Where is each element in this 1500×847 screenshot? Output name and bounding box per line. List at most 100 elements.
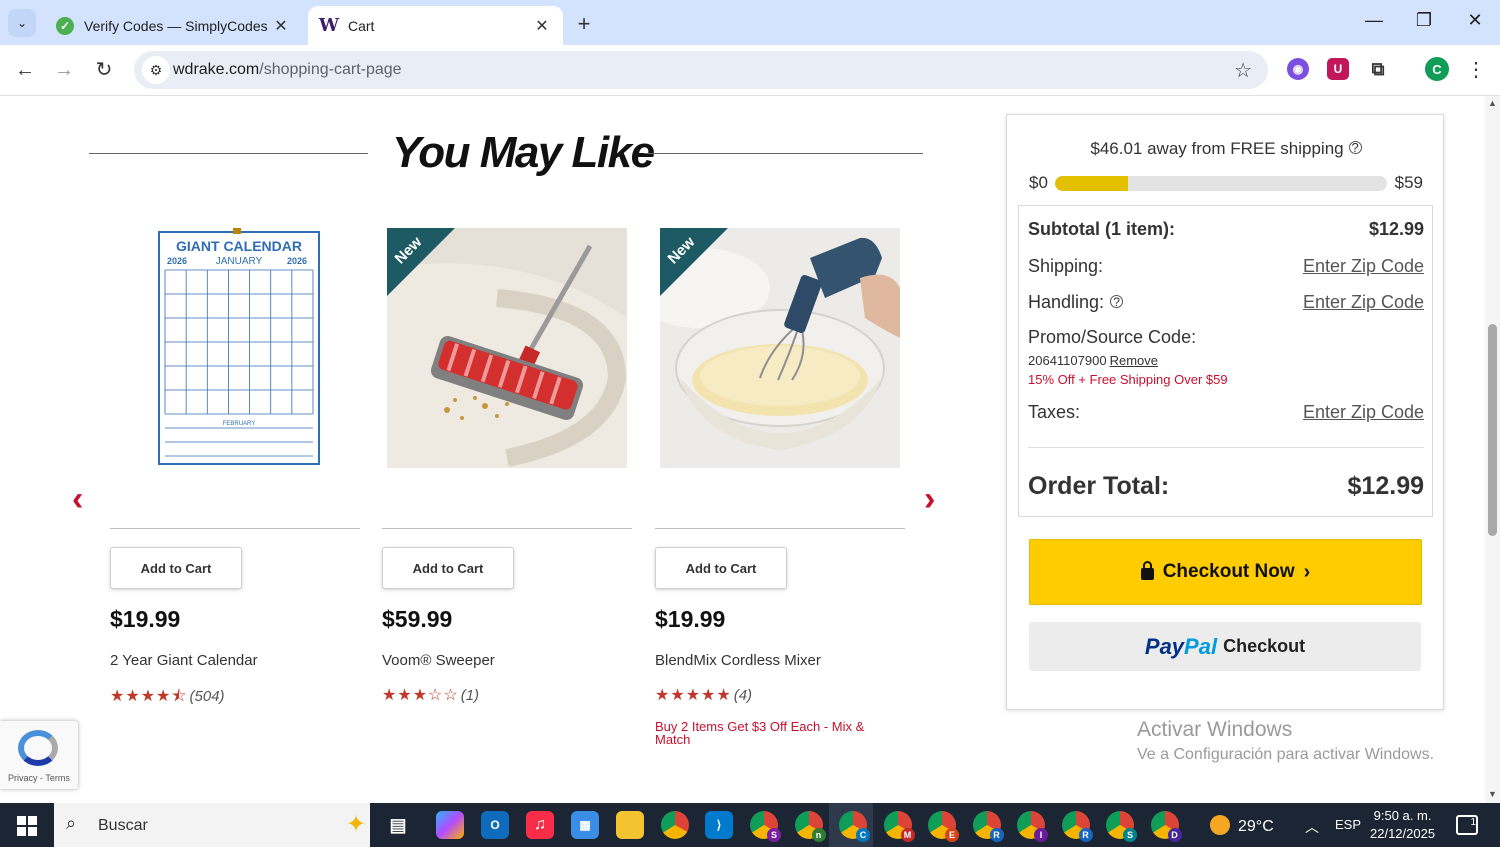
- url-text[interactable]: wdrake.com/shopping-cart-page: [173, 61, 402, 79]
- carousel-prev-arrow-icon[interactable]: ‹: [72, 480, 83, 519]
- watermark-line1: Activar Windows: [1137, 718, 1293, 741]
- checkout-now-button[interactable]: Checkout Now ›: [1029, 539, 1422, 605]
- product-rating[interactable]: ★★★★★ (4): [655, 685, 752, 705]
- paypal-checkout-label: Checkout: [1223, 636, 1306, 656]
- scroll-up-icon[interactable]: ▲: [1488, 98, 1497, 108]
- weather-widget[interactable]: 29°C: [1210, 815, 1274, 836]
- product-name[interactable]: Voom® Sweeper: [382, 652, 495, 669]
- close-icon[interactable]: ✕: [272, 16, 290, 36]
- product-rating[interactable]: ★★★☆☆ (1): [382, 685, 479, 705]
- windows-taskbar: ⌕ Buscar ✦ ▤ O ♫ ▦ ⟩ Sn C M E R I R S D 29°C ︿ E…: [0, 803, 1500, 847]
- product-name[interactable]: BlendMix Cordless Mixer: [655, 652, 821, 669]
- progress-track: [1055, 176, 1387, 191]
- temperature-text: 29°C: [1238, 818, 1274, 835]
- help-question-icon[interactable]: ?: [1110, 295, 1124, 308]
- chrome-profile-icon[interactable]: S: [1106, 811, 1137, 842]
- tab-search-dropdown[interactable]: ⌄: [8, 9, 36, 37]
- page-content: You May Like ‹ › GIANT CALENDAR 2026 JAN…: [0, 96, 1485, 803]
- shipping-label: Shipping:: [1028, 256, 1104, 276]
- notification-icon[interactable]: 1: [1456, 815, 1478, 835]
- extensions-puzzle-icon[interactable]: ⧉: [1367, 58, 1389, 80]
- windows-start-icon[interactable]: [17, 816, 37, 836]
- more-menu-icon[interactable]: ⋮: [1466, 57, 1486, 82]
- chrome-profile-icon[interactable]: M: [883, 811, 915, 842]
- tab-simplycodes[interactable]: ✓ Verify Codes — SimplyCodes ✕: [44, 6, 302, 45]
- chrome-profile-icon[interactable]: I: [1017, 811, 1048, 842]
- minimize-icon[interactable]: —: [1360, 10, 1388, 31]
- ublock-shield-icon[interactable]: U: [1327, 58, 1349, 80]
- tab-cart[interactable]: W Cart ✕: [308, 6, 563, 45]
- address-bar[interactable]: ⚙ wdrake.com/shopping-cart-page ☆: [134, 51, 1268, 89]
- product-rating[interactable]: ★★★★⯪ (504): [110, 685, 225, 712]
- promo-label: Promo/Source Code:: [1028, 327, 1197, 347]
- page-scrollbar[interactable]: ▲ ▼: [1485, 96, 1500, 803]
- language-indicator[interactable]: ESP: [1335, 817, 1361, 832]
- handling-label: Handling:: [1028, 292, 1105, 312]
- recaptcha-links[interactable]: Privacy - Terms: [8, 773, 70, 783]
- copilot-app-icon[interactable]: [436, 811, 464, 839]
- giant-calendar-image[interactable]: GIANT CALENDAR 2026 JANUARY 2026 FEBRUAR…: [115, 228, 355, 468]
- paypal-checkout-button[interactable]: Pay Pal Checkout: [1029, 622, 1421, 671]
- window-close-icon[interactable]: ✕: [1461, 10, 1489, 31]
- bookmark-star-icon[interactable]: ☆: [1234, 58, 1252, 83]
- task-view-icon[interactable]: ▤: [384, 811, 412, 839]
- chrome-profile-icon[interactable]: C: [839, 811, 870, 842]
- reload-icon[interactable]: ↻: [91, 57, 117, 83]
- shipping-row: Shipping: Enter Zip Code: [1028, 256, 1424, 277]
- vscode-icon[interactable]: ⟩: [705, 811, 733, 839]
- paypal-logo-pay: Pay: [1144, 633, 1185, 659]
- product-price: $19.99: [110, 606, 181, 632]
- avatar-initial: C: [1432, 61, 1442, 77]
- taskbar-search[interactable]: ⌕ Buscar ✦: [54, 803, 370, 847]
- system-clock[interactable]: 9:50 a. m. 22/12/2025: [1370, 807, 1435, 843]
- chrome-profile-icon[interactable]: R: [1061, 811, 1093, 842]
- help-question-icon[interactable]: ?: [1348, 141, 1362, 154]
- music-app-icon[interactable]: ♫: [526, 811, 554, 839]
- chrome-profile-icon[interactable]: S: [750, 811, 781, 842]
- recaptcha-icon: [18, 730, 58, 766]
- title-rule-right: [644, 153, 923, 154]
- file-explorer-icon[interactable]: [616, 811, 644, 839]
- close-icon[interactable]: ✕: [533, 16, 551, 36]
- you-may-like-header: You May Like: [0, 126, 1010, 186]
- extension-purple-icon[interactable]: ◉: [1287, 58, 1309, 80]
- recaptcha-badge[interactable]: Privacy - Terms: [0, 721, 78, 789]
- tray-chevron-up-icon[interactable]: ︿: [1305, 817, 1319, 837]
- forward-arrow-icon[interactable]: →: [51, 57, 77, 83]
- new-tab-plus-icon[interactable]: +: [572, 11, 596, 37]
- handling-enter-zip-link[interactable]: Enter Zip Code: [1303, 292, 1424, 313]
- restore-icon[interactable]: ❐: [1410, 10, 1438, 31]
- free-shipping-message: $46.01 away from FREE shipping?: [1007, 139, 1445, 159]
- add-to-cart-button[interactable]: Add to Cart: [382, 547, 514, 589]
- outlook-icon[interactable]: O: [481, 811, 509, 839]
- chrome-profile-icon[interactable]: D: [1150, 811, 1182, 842]
- site-settings-icon[interactable]: ⚙: [142, 56, 170, 84]
- taxes-label: Taxes:: [1028, 402, 1081, 422]
- product-name[interactable]: 2 Year Giant Calendar: [110, 652, 258, 669]
- back-arrow-icon[interactable]: ←: [12, 57, 38, 83]
- scroll-thumb[interactable]: [1488, 324, 1497, 536]
- chrome-profile-icon[interactable]: n: [794, 811, 826, 842]
- shipping-enter-zip-link[interactable]: Enter Zip Code: [1303, 256, 1424, 277]
- chrome-icon[interactable]: [661, 811, 689, 839]
- url-domain: wdrake.com: [173, 61, 260, 78]
- add-to-cart-button[interactable]: Add to Cart: [110, 547, 242, 589]
- carousel-next-arrow-icon[interactable]: ›: [924, 480, 935, 519]
- sweeper-illustration: [387, 228, 627, 468]
- review-count: (504): [189, 688, 225, 705]
- store-icon[interactable]: ▦: [571, 811, 599, 839]
- simplycodes-icon: ✓: [56, 16, 74, 35]
- copilot-sparkle-icon: ✦: [346, 811, 367, 838]
- taxes-enter-zip-link[interactable]: Enter Zip Code: [1303, 402, 1424, 423]
- profile-avatar[interactable]: C: [1425, 57, 1449, 81]
- chrome-profile-icon[interactable]: R: [972, 811, 1004, 842]
- wdrake-w-icon: W: [318, 15, 340, 36]
- sweeper-image[interactable]: New: [387, 228, 627, 468]
- chrome-profile-icon[interactable]: E: [928, 811, 959, 842]
- scroll-down-icon[interactable]: ▼: [1488, 789, 1497, 799]
- add-to-cart-button[interactable]: Add to Cart: [655, 547, 787, 589]
- product-price: $59.99: [382, 606, 453, 632]
- mixer-image[interactable]: New: [660, 228, 900, 468]
- profile-badge: n: [811, 828, 826, 842]
- promo-remove-link[interactable]: Remove: [1110, 353, 1158, 368]
